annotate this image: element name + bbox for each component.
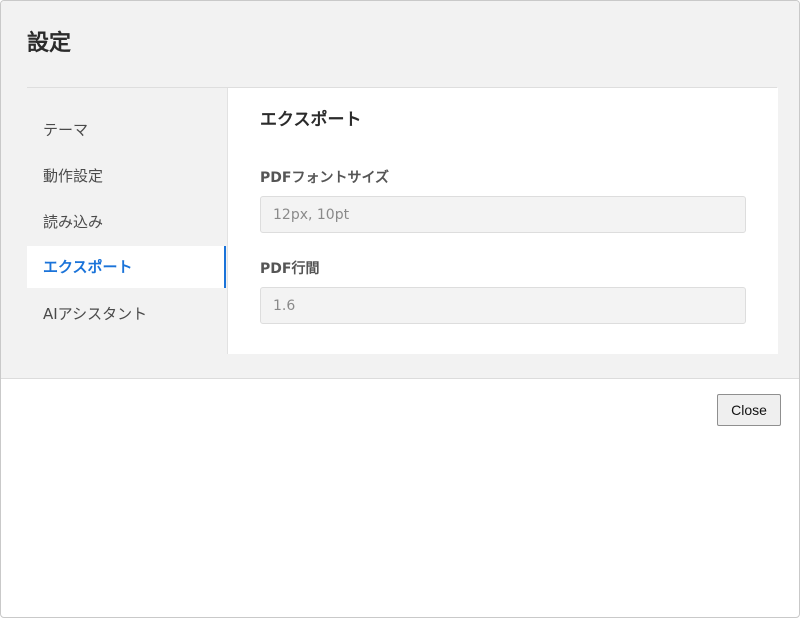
sidebar-item-theme[interactable]: テーマ — [27, 109, 226, 151]
close-button[interactable]: Close — [717, 394, 781, 426]
dialog-title: 設定 — [27, 31, 72, 56]
pdf-line-height-label: PDF行間 — [260, 261, 320, 277]
sidebar-item-ai-assistant[interactable]: AIアシスタント — [27, 293, 226, 335]
section-title: エクスポート — [260, 110, 362, 130]
settings-dialog: 設定 テーマ 動作設定 読み込み エクスポート AIアシスタント エクスポート … — [0, 0, 800, 618]
sidebar-item-behavior[interactable]: 動作設定 — [27, 155, 226, 197]
dialog-body: 設定 テーマ 動作設定 読み込み エクスポート AIアシスタント エクスポート … — [1, 1, 799, 379]
sidebar-item-export[interactable]: エクスポート — [27, 246, 226, 288]
pdf-line-height-input[interactable] — [260, 287, 746, 324]
pdf-font-size-label: PDFフォントサイズ — [260, 170, 390, 186]
settings-sidebar: テーマ 動作設定 読み込み エクスポート AIアシスタント — [27, 88, 226, 354]
pdf-font-size-input[interactable] — [260, 196, 746, 233]
export-settings-panel: エクスポート PDFフォントサイズ PDF行間 — [227, 88, 778, 354]
sidebar-item-import[interactable]: 読み込み — [27, 201, 226, 243]
